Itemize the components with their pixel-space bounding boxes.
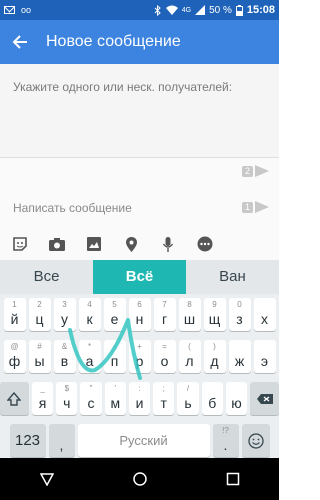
suggestion-2[interactable]: Всё — [93, 260, 186, 294]
space-key[interactable]: Русский — [77, 424, 210, 457]
backspace-key[interactable] — [250, 382, 280, 415]
navigation-bar — [0, 458, 279, 500]
smiley-icon — [247, 432, 264, 449]
message-area — [0, 158, 279, 228]
status-left: oo — [4, 5, 31, 15]
microphone-icon[interactable] — [158, 234, 178, 254]
recipient-field[interactable]: Укажите одного или неск. получателей: — [0, 64, 279, 158]
network-type: 4G — [181, 6, 192, 14]
app-bar: Новое сообщение — [0, 20, 279, 64]
key[interactable]: & в — [53, 340, 76, 373]
home-icon[interactable] — [125, 464, 155, 494]
status-bar: oo 4G 50 % 15:08 — [0, 0, 279, 20]
recents-icon[interactable] — [218, 464, 248, 494]
key[interactable]: _ я — [31, 382, 54, 415]
arrow-back-icon — [12, 35, 27, 49]
send-icon — [255, 165, 269, 177]
suggestion-bar: Все Всё Ван — [0, 260, 279, 294]
back-icon[interactable] — [32, 464, 62, 494]
recipient-placeholder: Укажите одного или неск. получателей: — [13, 80, 233, 94]
camera-icon[interactable] — [47, 234, 67, 254]
signal-icon — [195, 5, 206, 15]
location-icon[interactable] — [121, 234, 141, 254]
emoji-key[interactable] — [241, 424, 270, 457]
key[interactable]: + р — [128, 340, 151, 373]
key[interactable]: (л — [178, 340, 201, 373]
back-button[interactable] — [0, 20, 40, 64]
keyboard-row-1: 1й 2ц 3у 4к 5е 6н 7г 8ш 9щ 0з х — [0, 298, 279, 331]
key[interactable]: ж — [228, 340, 251, 373]
sim1-badge: 1 — [242, 201, 253, 213]
keyboard-row-4: 123 , Русский !?. — [0, 424, 279, 457]
voicemail-icon: oo — [21, 5, 32, 15]
key[interactable]: = о — [153, 340, 176, 373]
sticker-icon[interactable] — [10, 234, 30, 254]
bluetooth-icon — [154, 4, 161, 16]
send-sim1-button[interactable]: 1 — [242, 201, 269, 213]
send-icon — [255, 201, 269, 213]
key[interactable]: 1й — [3, 298, 26, 331]
page-title: Новое сообщение — [46, 33, 181, 50]
suggestion-3[interactable]: Ван — [186, 260, 279, 294]
key[interactable]: " с — [80, 382, 102, 415]
key[interactable]: ' м — [104, 382, 126, 415]
key[interactable]: б — [201, 382, 223, 415]
shift-icon — [7, 391, 22, 406]
image-icon[interactable] — [84, 234, 104, 254]
wifi-icon — [165, 5, 178, 15]
key[interactable]: 7г — [153, 298, 176, 331]
status-time: 15:08 — [246, 4, 275, 16]
key[interactable]: 2ц — [28, 298, 51, 331]
key[interactable]: ; т — [153, 382, 175, 415]
key[interactable]: ) д — [203, 340, 226, 373]
key[interactable]: :и — [128, 382, 151, 415]
suggestion-1[interactable]: Все — [0, 260, 93, 294]
key[interactable]: 0з — [228, 298, 251, 331]
key[interactable]: э — [253, 340, 276, 373]
battery-percent: 50 % — [209, 4, 232, 16]
key[interactable]: 3у — [53, 298, 76, 331]
status-right: 4G 50 % 15:08 — [154, 4, 275, 16]
mail-icon — [4, 6, 15, 14]
key[interactable]: $ ч — [56, 382, 78, 415]
key[interactable]: @ ф — [3, 340, 26, 373]
backspace-icon — [256, 393, 273, 404]
key[interactable]: * а — [78, 340, 101, 373]
key[interactable]: 8ш — [178, 298, 201, 331]
send-sim2-button[interactable]: 2 — [242, 165, 269, 177]
key[interactable]: 6н — [128, 298, 151, 331]
dot-key[interactable]: !?. — [212, 424, 239, 457]
key[interactable]: ю — [225, 382, 248, 415]
key[interactable]: # ы — [28, 340, 51, 373]
battery-icon — [235, 4, 243, 16]
key[interactable]: 5е — [103, 298, 126, 331]
keyboard-row-2: @ ф # ы & в * а -п + р = о (л ) д ж э — [0, 340, 279, 373]
more-icon[interactable] — [195, 234, 215, 254]
keyboard-row-3: _ я $ ч " с ' м :и ; т / ь б ю — [0, 382, 280, 415]
attachment-toolbar — [0, 228, 279, 260]
message-input[interactable]: Написать сообщение — [13, 201, 132, 215]
key[interactable]: 4к — [78, 298, 101, 331]
keyboard: Все Всё Ван 1й 2ц 3у 4к 5е 6н 7г 8ш 9щ 0… — [0, 260, 280, 458]
shift-key[interactable] — [0, 382, 29, 415]
key[interactable]: х — [253, 298, 276, 331]
key[interactable]: 9щ — [203, 298, 226, 331]
key[interactable]: / ь — [177, 382, 199, 415]
numbers-key[interactable]: 123 — [9, 424, 46, 457]
key[interactable]: -п — [103, 340, 126, 373]
comma-key[interactable]: , — [48, 424, 75, 457]
sim2-badge: 2 — [242, 165, 253, 177]
